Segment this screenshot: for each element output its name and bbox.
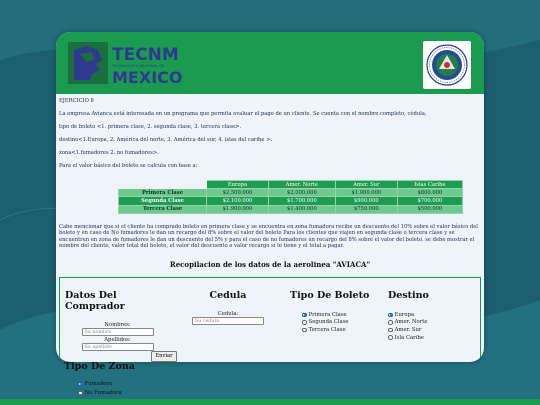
form-title: Recopilacion de los datos de la aeroline… (169, 260, 371, 269)
option-label: No Fumadora (84, 389, 122, 396)
radio-button[interactable] (78, 381, 83, 387)
radio-button[interactable] (388, 312, 393, 318)
option-label: Europa (394, 311, 415, 318)
option-label: Amer. Sur (394, 326, 422, 333)
table-cell: $2.000.000 (267, 188, 336, 198)
footer-bar (0, 399, 540, 405)
purchase-form: Datos Del Comprador Nombres: Su nombre A… (59, 277, 481, 362)
zone-option-smoking[interactable]: Fumadora (78, 380, 112, 388)
table-cell: $750.000 (334, 204, 398, 214)
table-corner (117, 179, 208, 190)
option-label: Tercera Clase (308, 326, 346, 333)
column-header: Islas Caribe (396, 179, 464, 190)
destination-option-south-america[interactable]: Amer. Sur (388, 326, 468, 334)
surnames-input[interactable]: Su apellido (81, 343, 154, 351)
table-row: Primera Clase $2.500.000 $2.000.000 $1.0… (117, 188, 464, 198)
option-label: Fumadora (84, 380, 113, 387)
radio-button[interactable] (388, 335, 393, 340)
buyer-heading: Datos Del Comprador (65, 290, 125, 312)
row-header: Primera Clase (117, 188, 208, 198)
radio-button[interactable] (388, 320, 393, 325)
table-cell: $2.100.000 (206, 196, 269, 206)
destination-heading: Destino (388, 290, 429, 301)
zone-text: zona<1.fumadores 2. no fumadores>. (59, 149, 159, 156)
institution-seal (423, 41, 471, 89)
exercise-description: EJERCICIO 8 La empresa Avianca está inte… (59, 98, 481, 176)
table-cell: $700.000 (396, 196, 464, 206)
submit-button[interactable]: Enviar (151, 351, 177, 362)
table-cell: $1.700.000 (267, 196, 336, 206)
option-label: Segunda Clase (308, 319, 349, 326)
ticket-type-text: tipo de boleto <1. primera clase, 2. seg… (59, 123, 242, 130)
svg-text:TECNM: TECNM (112, 45, 179, 65)
destination-option-caribbean[interactable]: Isla Caribe (388, 334, 468, 342)
exercise-number: EJERCICIO 8 (59, 98, 94, 104)
names-input[interactable]: Su nombre (81, 328, 154, 336)
row-header: Segunda Clase (117, 196, 208, 206)
header-banner: TECNM TECNOLÓGICO NACIONAL DE MEXICO (56, 32, 484, 94)
table-cell: $1.400.000 (267, 204, 336, 214)
column-header: Amer. Norte (267, 179, 336, 190)
destination-text: destino<1.Europa, 2. América del norte, … (59, 136, 273, 143)
table-header-row: Europa Amer. Norte Amer. Sur Islas Carib… (117, 179, 464, 190)
table-cell: $500.000 (396, 204, 464, 214)
row-header: Tercera Clase (117, 204, 208, 214)
buyer-section: Datos Del Comprador Nombres: Su nombre A… (65, 290, 170, 351)
ticket-type-section: Tipo De Boleto Primera Clase Segunda Cla… (290, 290, 370, 334)
radio-button[interactable] (302, 312, 307, 318)
radio-button[interactable] (78, 390, 83, 396)
id-input[interactable]: Su cedula (192, 317, 264, 325)
main-card: TECNM TECNOLÓGICO NACIONAL DE MEXICO EJE… (56, 32, 484, 362)
destination-option-north-america[interactable]: Amer. Norte (388, 319, 468, 327)
table-row: Segunda Clase $2.100.000 $1.700.000 $900… (117, 196, 464, 206)
basic-value-text: Para el valor básico del boleto se calcu… (59, 162, 198, 169)
zone-heading: Tipo De Zona (64, 361, 135, 372)
tecnm-logo: TECNM TECNOLÓGICO NACIONAL DE MEXICO (68, 42, 182, 86)
destination-option-europe[interactable]: Europa (388, 311, 468, 319)
ticket-type-heading: Tipo De Boleto (290, 290, 370, 301)
destination-section: Destino Europa Amer. Norte Amer. Sur Isl… (388, 290, 468, 341)
option-label: Isla Caribe (394, 334, 424, 341)
radio-button[interactable] (388, 327, 393, 333)
table-cell: $2.500.000 (206, 188, 269, 198)
table-cell: $1.000.000 (334, 188, 398, 198)
radio-button[interactable] (302, 327, 307, 333)
ticket-option-first[interactable]: Primera Clase (302, 311, 370, 319)
rules-note: Cabe mencionar que si el cliente ha comp… (59, 224, 478, 250)
table-row: Tercera Clase $1.900.000 $1.400.000 $750… (117, 204, 464, 214)
ticket-option-third[interactable]: Tercera Clase (302, 326, 370, 334)
table-cell: $900.000 (334, 196, 398, 206)
column-header: Amer. Sur (334, 179, 398, 190)
table-cell: $800.000 (396, 188, 464, 198)
table-cell: $1.900.000 (206, 204, 269, 214)
option-label: Amer. Norte (394, 319, 428, 326)
radio-button[interactable] (302, 320, 307, 325)
id-heading: Cedula (209, 290, 247, 301)
id-section: Cedula Cedula: Su cedula (188, 290, 268, 325)
zone-option-non-smoking[interactable]: No Fumadora (78, 389, 122, 397)
svg-text:MEXICO: MEXICO (112, 68, 182, 86)
option-label: Primera Clase (308, 311, 347, 318)
description-text: La empresa Avianca está interesada en un… (59, 110, 427, 117)
price-table: Europa Amer. Norte Amer. Sur Islas Carib… (117, 179, 464, 214)
ticket-option-second[interactable]: Segunda Clase (302, 319, 370, 327)
column-header: Europa (206, 179, 269, 190)
